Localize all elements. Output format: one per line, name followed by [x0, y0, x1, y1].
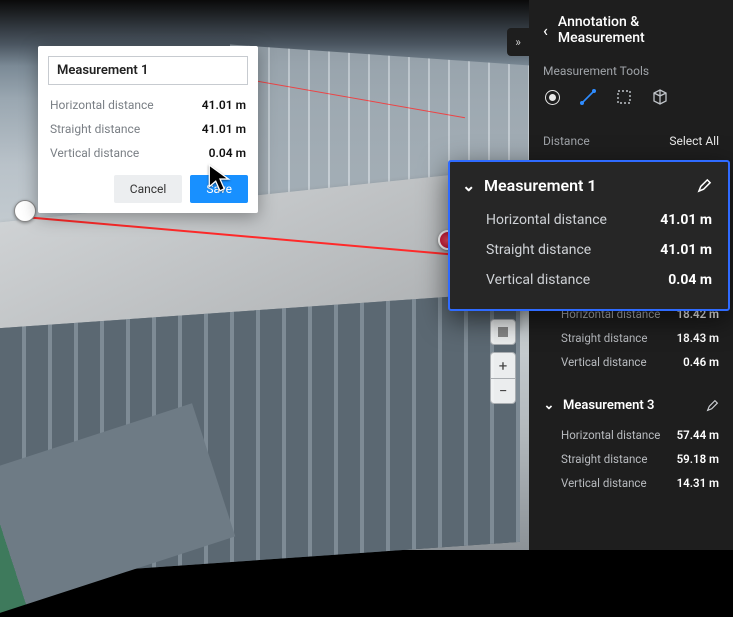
cube-solid-icon: [496, 325, 510, 339]
select-all-button[interactable]: Select All: [669, 134, 719, 148]
layer-toggle-2[interactable]: [490, 319, 516, 345]
popup-row-label: Horizontal distance: [50, 98, 154, 112]
zoom-controls: + −: [490, 352, 516, 404]
popup-row-value: 41.01 m: [202, 122, 246, 136]
row-label: Vertical distance: [486, 272, 590, 288]
edit-icon[interactable]: [706, 399, 719, 412]
point-icon: [545, 90, 560, 105]
row-value: 14.31 m: [677, 476, 719, 490]
popup-row-label: Straight distance: [50, 122, 140, 136]
area-icon: [615, 88, 633, 106]
row-label: Vertical distance: [561, 355, 647, 369]
area-tool[interactable]: [615, 88, 633, 106]
popup-row: Vertical distance 0.04 m: [38, 141, 258, 165]
line-tool[interactable]: [579, 88, 597, 106]
row-value: 41.01 m: [660, 242, 712, 258]
measurement-title: Measurement 3: [563, 398, 654, 413]
cube-icon: [651, 88, 669, 106]
measurement-title-input[interactable]: [48, 56, 248, 85]
row-label: Vertical distance: [561, 476, 647, 490]
panel-title: Annotation & Measurement: [558, 14, 719, 46]
selected-measurement-card[interactable]: ⌄ Measurement 1 Horizontal distance 41.01…: [448, 160, 730, 311]
save-button[interactable]: Save: [190, 175, 248, 203]
row-value: 59.18 m: [677, 452, 719, 466]
zoom-in-button[interactable]: +: [490, 352, 516, 378]
chevron-right-double-icon: »: [515, 35, 521, 49]
list-heading: Distance: [543, 134, 590, 148]
measurement-marker-start[interactable]: [14, 200, 36, 222]
measurement-group-3[interactable]: ⌄ Measurement 3 Horizontal distance 57.44…: [529, 386, 733, 507]
row-label: Straight distance: [561, 331, 647, 345]
popup-row: Horizontal distance 41.01 m: [38, 93, 258, 117]
popup-row-value: 41.01 m: [202, 98, 246, 112]
selected-measurement-title: Measurement 1: [484, 176, 597, 195]
line-icon: [579, 88, 597, 106]
tool-row: [529, 88, 733, 122]
row-label: Horizontal distance: [561, 428, 660, 442]
row-label: Straight distance: [561, 452, 647, 466]
row-value: 0.04 m: [668, 272, 712, 288]
edit-icon[interactable]: [697, 178, 712, 193]
row-value: 57.44 m: [677, 428, 719, 442]
panel-header: ‹ Annotation & Measurement: [529, 0, 733, 60]
list-header: Distance Select All: [529, 122, 733, 160]
tools-section-label: Measurement Tools: [529, 60, 733, 88]
row-label: Straight distance: [486, 242, 591, 258]
row-label: Horizontal distance: [486, 212, 607, 228]
row-value: 18.43 m: [677, 331, 719, 345]
volume-tool[interactable]: [651, 88, 669, 106]
popup-row-value: 0.04 m: [209, 146, 246, 160]
point-tool[interactable]: [543, 88, 561, 106]
back-icon[interactable]: ‹: [543, 21, 548, 40]
chevron-down-icon[interactable]: ⌄: [543, 398, 555, 413]
cancel-button[interactable]: Cancel: [114, 175, 183, 203]
row-value: 41.01 m: [660, 212, 712, 228]
popup-row: Straight distance 41.01 m: [38, 117, 258, 141]
row-value: 0.46 m: [683, 355, 719, 369]
popup-row-label: Vertical distance: [50, 146, 139, 160]
panel-collapse-button[interactable]: »: [507, 28, 529, 56]
measurement-popup: Horizontal distance 41.01 m Straight dis…: [38, 46, 258, 213]
chevron-down-icon[interactable]: ⌄: [462, 176, 474, 195]
zoom-out-button[interactable]: −: [490, 378, 516, 404]
